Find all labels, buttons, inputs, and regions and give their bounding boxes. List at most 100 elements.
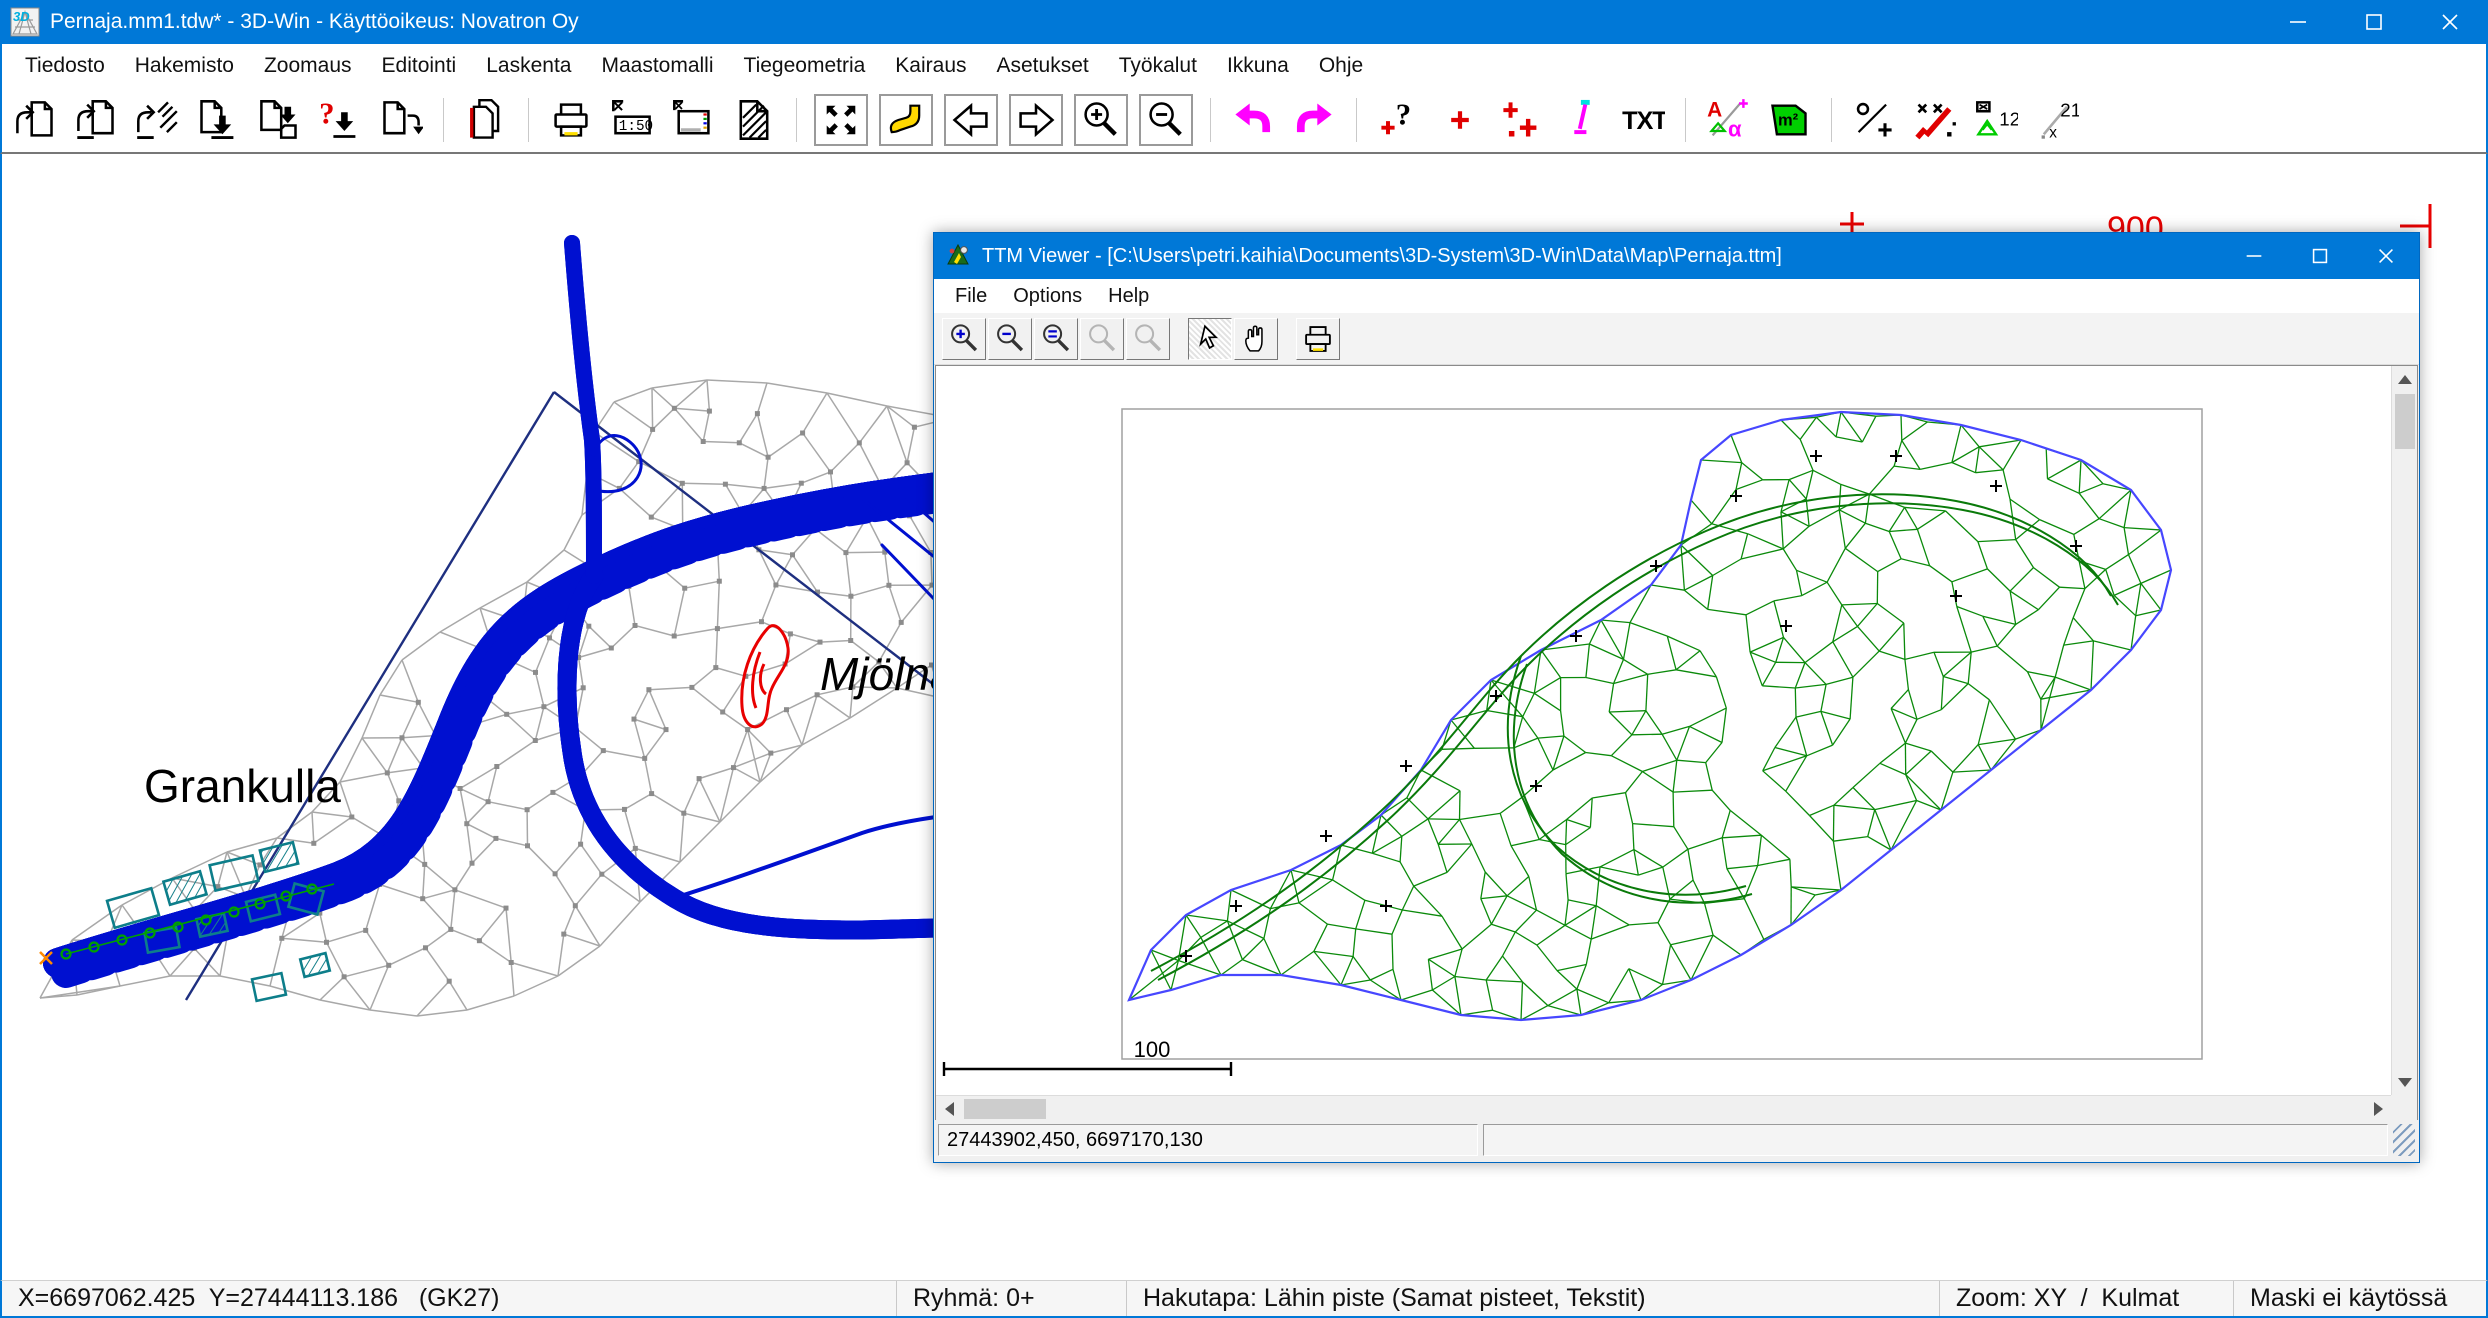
zoom-object-icon [884,98,928,142]
toolbar-separator [1356,98,1357,142]
zoom-out-button[interactable] [1139,94,1193,146]
ttm-status-coordinates: 27443902,450, 6697170,130 [938,1124,1478,1156]
ttm-zoom-in-button[interactable] [942,318,986,360]
ttm-print-button[interactable] [1296,318,1340,360]
zoom-object-button[interactable] [879,94,933,146]
open-format-icon [74,98,118,142]
zoom-disabled-icon [1085,322,1119,356]
scroll-left-arrow[interactable] [936,1096,962,1122]
point-query-button[interactable]: ? [1374,95,1424,145]
menu-maastomalli[interactable]: Maastomalli [586,44,728,88]
ttm-titlebar[interactable]: TTM Viewer - [C:\Users\petri.kaihia\Docu… [934,233,2419,279]
point-line-toggle-icon [1852,98,1896,142]
close-button[interactable] [2412,0,2488,44]
ttm-scalebar: 100 [944,1037,1231,1076]
ttm-minimize-button[interactable] [2221,233,2287,279]
zoom-in-icon [947,322,981,356]
add-point-button[interactable] [1435,95,1485,145]
label-angle-button[interactable]: Aα [1703,95,1753,145]
ttm-maximize-button[interactable] [2287,233,2353,279]
svg-text:3D: 3D [13,9,30,24]
point-line-toggle-button[interactable] [1849,95,1899,145]
save-as-icon [257,98,301,142]
maximize-icon [2362,10,2386,34]
ttm-zoom-all-button[interactable] [1034,318,1078,360]
maximize-icon [2309,245,2331,267]
zoom-extents-button[interactable] [814,94,868,146]
status-zoom-mode: Zoom: XY / Kulmat [1940,1281,2234,1316]
previous-view-button[interactable] [944,94,998,146]
save-as-button[interactable] [254,95,304,145]
ttm-window-title: TTM Viewer - [C:\Users\petri.kaihia\Docu… [982,245,1782,268]
scale-setting-button[interactable]: 1:50 [607,95,657,145]
menu-editointi[interactable]: Editointi [367,44,472,88]
menu-ohje[interactable]: Ohje [1304,44,1378,88]
hand-icon [1239,322,1273,356]
export-element-button[interactable] [376,95,426,145]
ttm-vertical-scrollbar[interactable] [2391,366,2417,1095]
hatch-file-button[interactable] [729,95,779,145]
add-point-icon [1438,98,1482,142]
zoom-out-icon [1144,98,1188,142]
open-model-button[interactable] [132,95,182,145]
maximize-button[interactable] [2336,0,2412,44]
copy-document-button[interactable] [461,95,511,145]
vertical-scroll-thumb[interactable] [2395,394,2415,449]
svg-text:?: ? [319,98,334,130]
menu-kairaus[interactable]: Kairaus [880,44,981,88]
ttm-zoom-out-button[interactable] [988,318,1032,360]
menu-tiedosto[interactable]: Tiedosto [10,44,120,88]
scroll-up-arrow[interactable] [2392,366,2418,392]
ttm-menu-options[interactable]: Options [1000,279,1095,313]
zoom-in-button[interactable] [1074,94,1128,146]
menu-asetukset[interactable]: Asetukset [982,44,1104,88]
horizontal-scroll-thumb[interactable] [964,1099,1046,1119]
close-icon [2438,10,2462,34]
print-button[interactable] [546,95,596,145]
open-file-button[interactable] [10,95,60,145]
ttm-resize-grip[interactable] [2393,1124,2415,1156]
save-query-button[interactable]: ? [315,95,365,145]
open-format-button[interactable] [71,95,121,145]
next-view-button[interactable] [1009,94,1063,146]
minimize-button[interactable] [2260,0,2336,44]
menu-tiegeometria[interactable]: Tiegeometria [729,44,881,88]
point-query-icon: ? [1377,98,1421,142]
minimize-icon [2286,10,2310,34]
ttm-menu-file[interactable]: File [942,279,1000,313]
page-setup-button[interactable] [668,95,718,145]
scroll-down-arrow[interactable] [2392,1069,2418,1095]
point-count-button[interactable]: x21 [2032,95,2082,145]
menu-zoomaus[interactable]: Zoomaus [249,44,367,88]
text-tool-button[interactable]: TXT [1618,95,1668,145]
svg-text:12: 12 [1999,109,2018,130]
hide-points-button[interactable] [1910,95,1960,145]
menu-ikkuna[interactable]: Ikkuna [1212,44,1304,88]
redo-icon [1292,98,1336,142]
scroll-right-arrow[interactable] [2365,1096,2391,1122]
ttm-close-button[interactable] [2353,233,2419,279]
snap-line-button[interactable] [1557,95,1607,145]
ttm-menu-help[interactable]: Help [1095,279,1162,313]
save-file-icon [196,98,240,142]
main-titlebar[interactable]: 3D Pernaja.mm1.tdw* - 3D-Win - Käyttöoik… [0,0,2488,44]
svg-text:A: A [1707,99,1722,122]
ttm-client-area[interactable]: 100 [935,365,2418,1122]
triangle-count-button[interactable]: 12 [1971,95,2021,145]
ttm-horizontal-scrollbar[interactable] [936,1095,2391,1121]
ttm-status-message [1483,1124,2388,1156]
undo-button[interactable] [1228,95,1278,145]
ttm-statusbar: 27443902,450, 6697170,130 [934,1120,2419,1160]
ttm-zoom-prev-button-disabled[interactable] [1080,318,1124,360]
ttm-select-tool-button[interactable] [1188,318,1232,360]
svg-text:x: x [2049,125,2057,142]
save-file-button[interactable] [193,95,243,145]
ttm-zoom-next-button-disabled[interactable] [1126,318,1170,360]
ttm-pan-tool-button[interactable] [1234,318,1278,360]
area-m2-button[interactable]: m² [1764,95,1814,145]
menu-tyokalut[interactable]: Työkalut [1104,44,1212,88]
redo-button[interactable] [1289,95,1339,145]
menu-laskenta[interactable]: Laskenta [471,44,586,88]
menu-hakemisto[interactable]: Hakemisto [120,44,249,88]
add-points-button[interactable] [1496,95,1546,145]
